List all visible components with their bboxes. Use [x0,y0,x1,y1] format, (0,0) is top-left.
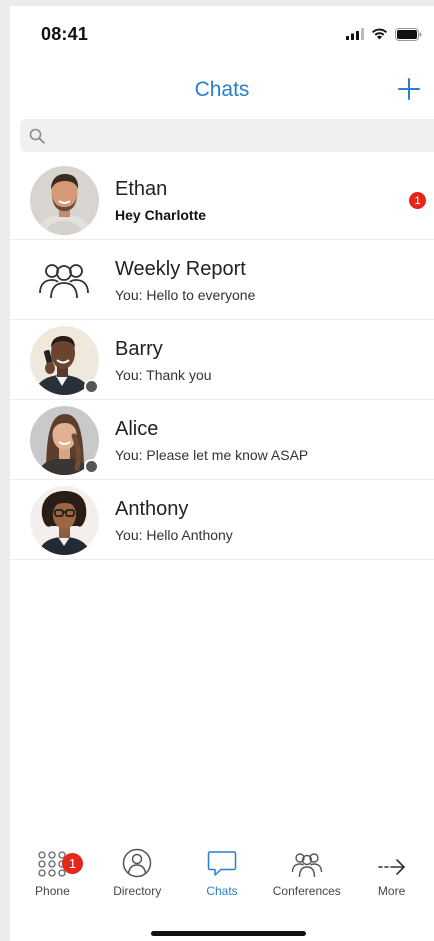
avatar [30,406,99,475]
chat-preview: You: Thank you [115,367,212,383]
signal-icon [346,28,364,40]
arrow-right-icon [377,846,407,878]
wifi-icon [372,28,387,40]
group-icon [38,260,90,305]
chat-name: Anthony [115,498,189,520]
avatar [30,486,99,555]
new-chat-button[interactable] [394,74,424,104]
chat-list: Ethan Hey Charlotte 1 Weekly Report You:… [10,160,434,560]
avatar [30,166,99,235]
tab-label: Conferences [272,884,341,898]
home-indicator[interactable] [151,931,306,936]
tab-bar: Phone 1 Directory Chats Conferences More [10,846,434,910]
tab-phone[interactable]: Phone 1 [10,846,95,910]
search-input[interactable] [51,119,434,152]
presence-indicator [84,379,99,394]
page-title: Chats [194,78,250,101]
nav-bar: Chats [10,62,434,118]
chat-name: Alice [115,418,159,440]
tab-label: Directory [113,884,162,898]
battery-icon [395,27,422,41]
chat-item-barry[interactable]: Barry You: Thank you [10,320,434,400]
status-time: 08:41 [41,24,89,44]
tab-conferences[interactable]: Conferences [264,846,349,910]
status-icons [346,27,422,41]
presence-indicator [84,459,99,474]
search-bar [20,119,434,152]
chat-item-anthony[interactable]: Anthony You: Hello Anthony [10,480,434,560]
chat-item-ethan[interactable]: Ethan Hey Charlotte 1 [10,160,434,240]
tab-badge: 1 [62,853,83,874]
chat-preview: You: Hello Anthony [115,527,233,543]
chat-name: Barry [115,338,163,360]
chat-name: Ethan [115,178,168,200]
tab-label: More [377,884,406,898]
unread-badge: 1 [409,192,426,209]
plus-icon [398,78,420,100]
avatar [30,326,99,395]
phone-screen: 08:41 Chats Ethan Hey Charlotte 1 Weekly… [10,6,434,941]
status-bar: 08:41 [10,6,434,62]
chat-name: Weekly Report [115,258,246,280]
chat-item-alice[interactable]: Alice You: Please let me know ASAP [10,400,434,480]
people-icon [291,846,323,878]
search-icon [29,128,45,144]
chat-item-weekly-report[interactable]: Weekly Report You: Hello to everyone [10,240,434,320]
chat-preview: Hey Charlotte [115,207,207,223]
chat-preview: You: Hello to everyone [115,287,256,303]
tab-label: Chats [206,884,238,898]
chat-bubble-icon [207,846,237,878]
tab-chats[interactable]: Chats [180,846,265,910]
person-icon [122,846,152,878]
tab-label: Phone [35,884,70,898]
tab-directory[interactable]: Directory [95,846,180,910]
tab-more[interactable]: More [349,846,434,910]
chat-preview: You: Please let me know ASAP [115,447,309,463]
